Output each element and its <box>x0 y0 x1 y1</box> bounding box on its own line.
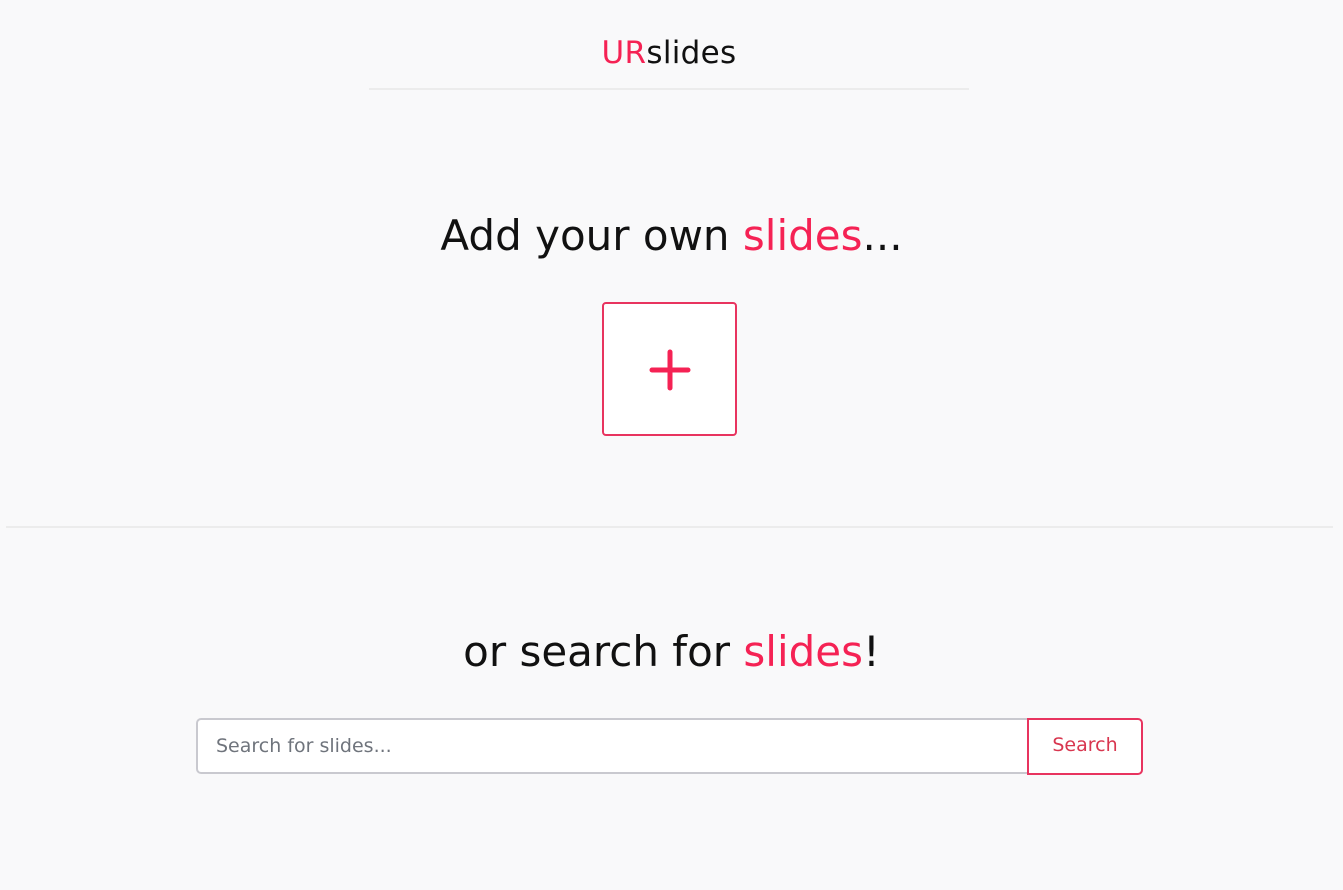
search-button[interactable]: Search <box>1027 718 1143 775</box>
search-heading-accent: slides <box>743 627 864 676</box>
search-slides-heading: or search for slides! <box>0 624 1343 680</box>
add-slides-button[interactable] <box>602 302 737 436</box>
brand-logo[interactable]: URslides <box>602 33 737 73</box>
add-slides-heading: Add your own slides... <box>0 208 1343 264</box>
add-heading-suffix: ... <box>862 211 903 260</box>
site-header: URslides <box>369 0 969 90</box>
search-heading-suffix: ! <box>863 627 880 676</box>
section-divider <box>6 526 1333 528</box>
add-heading-accent: slides <box>742 211 863 260</box>
brand-rest: slides <box>646 35 737 71</box>
search-heading-prefix: or search for <box>463 627 744 676</box>
search-input[interactable] <box>196 718 1027 774</box>
plus-icon <box>649 349 691 391</box>
add-heading-prefix: Add your own <box>440 211 743 260</box>
brand-accent: UR <box>601 35 647 71</box>
